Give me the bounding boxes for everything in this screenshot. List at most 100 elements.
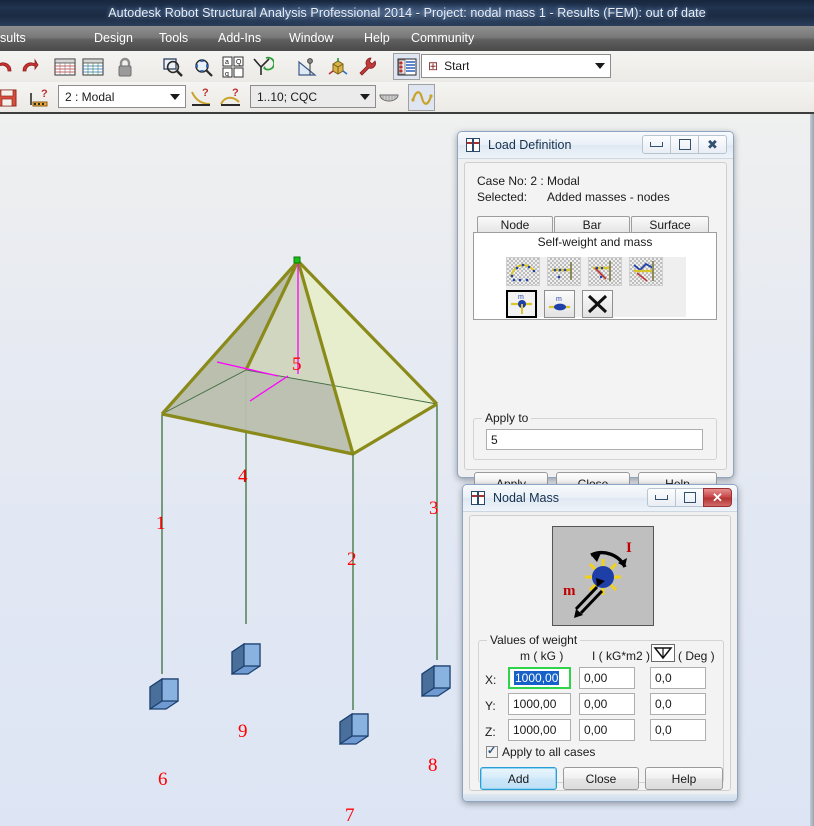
menu-item-community[interactable]: Community	[405, 26, 480, 51]
load-case-icon[interactable]: ?	[28, 85, 53, 110]
apply-to-all-cases-checkbox[interactable]: Apply to all cases	[486, 744, 596, 759]
tab-node[interactable]: Node	[477, 216, 553, 233]
nodal-mass-titlebar[interactable]: Nodal Mass ✕	[463, 485, 737, 512]
load-type-tabs: Node Bar Surface	[477, 216, 710, 233]
node-label-4: 4	[238, 466, 248, 487]
self-weight-pane-title: Self-weight and mass	[474, 233, 716, 252]
angle-x-input[interactable]: 0,0	[650, 667, 706, 689]
load-table-icon[interactable]: ?	[218, 85, 243, 110]
mass-x-input[interactable]: 1000,00	[508, 667, 571, 689]
menu-item-results[interactable]: sults	[0, 26, 32, 51]
canvas-right-border	[810, 114, 814, 826]
angle-y-input[interactable]: 0,0	[650, 693, 706, 715]
self-weight-multi-icon[interactable]	[629, 257, 663, 286]
zoom-window-icon[interactable]	[160, 54, 185, 79]
lock-icon[interactable]	[112, 54, 137, 79]
bar-mass-icon[interactable]: m	[544, 290, 575, 318]
maximize-button[interactable]	[675, 488, 704, 507]
help-button-nodal-mass[interactable]: Help	[645, 767, 723, 790]
modal-analysis-icon[interactable]	[376, 85, 401, 110]
self-weight-pane: Self-weight and mass m m	[473, 232, 717, 320]
save-icon[interactable]	[0, 85, 19, 110]
selected-label: Selected:	[477, 190, 528, 204]
close-button-nodal-mass[interactable]: Close	[563, 767, 639, 790]
self-weight-direction-icon[interactable]	[588, 257, 622, 286]
close-button[interactable]: ✖	[698, 135, 727, 154]
chevron-down-icon[interactable]	[595, 63, 605, 69]
self-weight-whole-structure-icon[interactable]	[506, 257, 540, 286]
dynamic-results-icon[interactable]	[408, 84, 435, 111]
node-label-1: 1	[156, 513, 166, 534]
maximize-button[interactable]	[670, 135, 699, 154]
close-icon: ✕	[712, 489, 723, 505]
mass-y-input[interactable]: 1000,00	[508, 693, 571, 715]
window-titlebar: Autodesk Robot Structural Analysis Profe…	[0, 0, 814, 27]
inertia-z-input[interactable]: 0,00	[579, 719, 635, 741]
minimize-button[interactable]	[647, 488, 676, 507]
table-results-icon[interactable]	[52, 54, 77, 79]
menu-item-window[interactable]: Window	[283, 26, 339, 51]
nodal-mass-title: Nodal Mass	[493, 491, 559, 505]
column-header-mass: m ( kG )	[520, 649, 564, 663]
mass-label: m	[563, 583, 576, 599]
add-button[interactable]: Add	[480, 767, 557, 790]
svg-text:Q: Q	[236, 59, 242, 66]
load-case-combo[interactable]: 2 : Modal	[58, 85, 186, 108]
delete-mass-icon[interactable]	[582, 290, 613, 318]
close-button[interactable]: ✕	[703, 488, 732, 507]
load-definition-title: Load Definition	[488, 138, 572, 152]
angle-z-input[interactable]: 0,0	[650, 719, 706, 741]
tab-bar[interactable]: Bar	[554, 216, 630, 233]
case-number-label: Case No: 2 : Modal	[477, 174, 580, 188]
nodal-mass-footer-edge	[463, 794, 737, 801]
layout-combo[interactable]: ⊞ Start	[421, 54, 611, 78]
rotate-3d-icon[interactable]	[250, 54, 275, 79]
angle-icon	[651, 644, 675, 662]
load-definition-icon[interactable]: ?	[188, 85, 213, 110]
row-label-z: Z:	[485, 725, 496, 739]
node-label-6: 6	[158, 769, 168, 790]
values-of-weight-label: Values of weight	[487, 633, 581, 647]
menu-item-design[interactable]: Design	[88, 26, 139, 51]
mass-z-input[interactable]: 1000,00	[508, 719, 571, 741]
combination-combo[interactable]: 1..10; CQC	[250, 85, 376, 108]
table-data-icon[interactable]	[80, 54, 105, 79]
minimize-button[interactable]	[642, 135, 671, 154]
dimension-icon[interactable]	[295, 54, 320, 79]
nodal-mass-icon[interactable]: m	[506, 290, 537, 318]
inertia-y-input[interactable]: 0,00	[579, 693, 635, 715]
inertia-x-input[interactable]: 0,00	[579, 667, 635, 689]
preferences-icon[interactable]	[355, 54, 380, 79]
layout-list-icon[interactable]	[393, 53, 420, 80]
chevron-down-icon[interactable]	[360, 93, 370, 100]
menu-item-help[interactable]: Help	[358, 26, 396, 51]
mass-blocks	[149, 642, 451, 746]
view-cube-icon[interactable]	[325, 54, 350, 79]
apply-to-input[interactable]: 5	[486, 429, 703, 450]
menu-item-tools[interactable]: Tools	[153, 26, 194, 51]
self-weight-bar-icon[interactable]	[547, 257, 581, 286]
node-label-5: 5	[292, 354, 302, 375]
menu-item-add-ins[interactable]: Add-Ins	[212, 26, 267, 51]
redo-icon[interactable]	[16, 54, 41, 79]
zoom-all-icon[interactable]	[190, 54, 215, 79]
row-label-x: X:	[485, 673, 497, 687]
chevron-down-icon[interactable]	[170, 93, 180, 100]
maximize-icon	[678, 139, 691, 150]
node-label-2: 2	[347, 549, 357, 570]
minimize-icon	[650, 142, 663, 147]
svg-text:q: q	[225, 71, 229, 78]
load-definition-body: Case No: 2 : Modal Selected: Added masse…	[464, 162, 727, 495]
node-label-8: 8	[428, 755, 438, 776]
minimize-icon	[655, 495, 668, 500]
combination-combo-value: 1..10; CQC	[257, 89, 318, 104]
svg-text:a: a	[225, 59, 229, 66]
apply-to-group: Apply to 5	[473, 411, 717, 460]
zoom-inout-icon[interactable]: a Q q	[220, 54, 245, 79]
checkbox-box	[486, 744, 498, 758]
load-definition-titlebar[interactable]: Load Definition ✖	[458, 132, 733, 159]
tab-surface[interactable]: Surface	[631, 216, 709, 233]
apply-to-all-cases-label: Apply to all cases	[502, 745, 596, 759]
layout-combo-value: Start	[444, 59, 470, 73]
inertia-label: I	[626, 540, 632, 556]
